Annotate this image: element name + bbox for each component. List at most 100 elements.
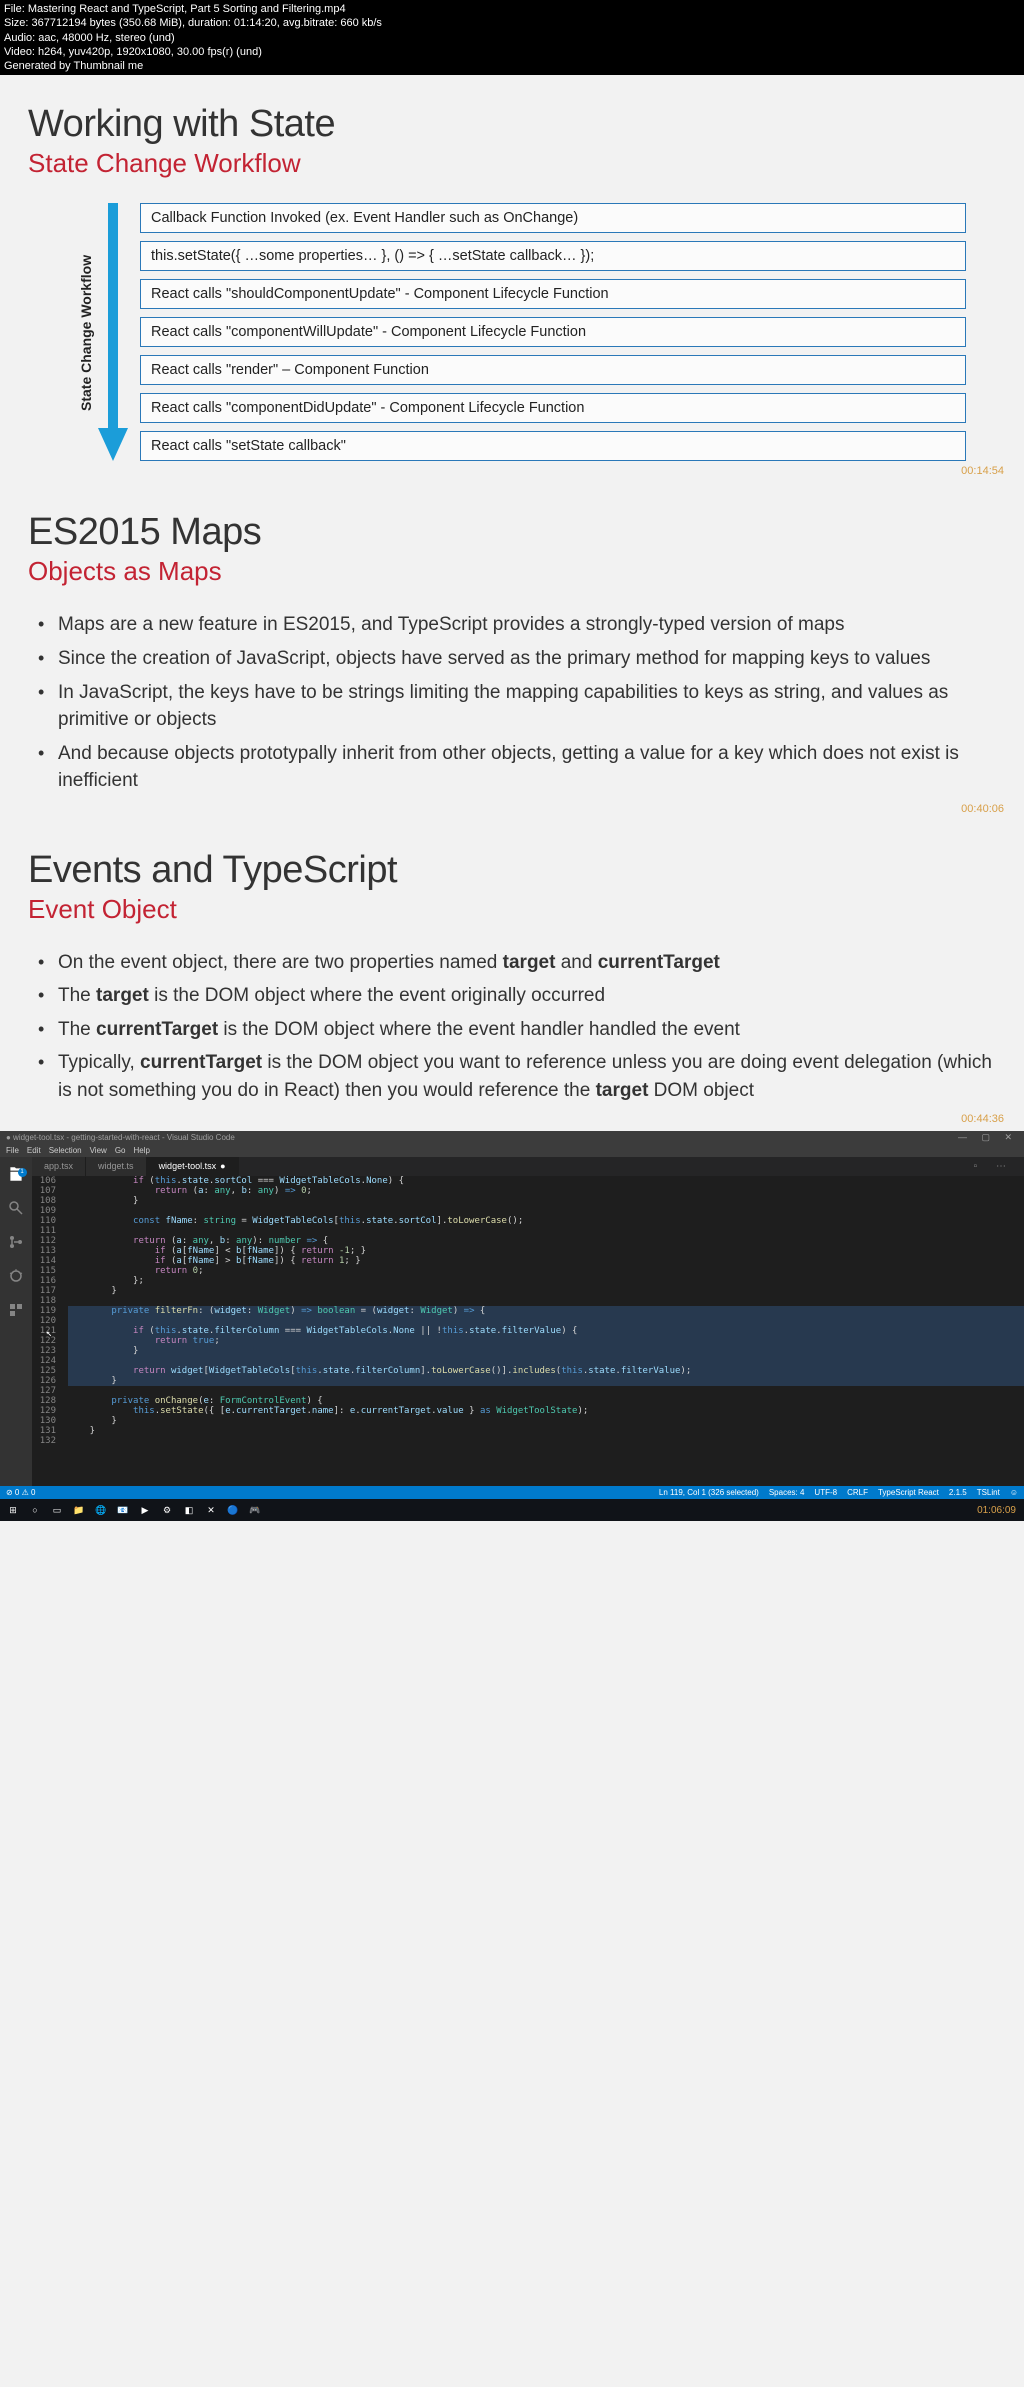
list-item: And because objects prototypally inherit… xyxy=(36,740,996,795)
list-item: The target is the DOM object where the e… xyxy=(36,982,996,1010)
extensions-icon[interactable] xyxy=(7,1301,25,1319)
git-icon[interactable] xyxy=(7,1233,25,1251)
taskbar-app-icon[interactable]: ▭ xyxy=(48,1501,66,1519)
code-line[interactable]: 120 xyxy=(32,1316,1024,1326)
code-line[interactable]: 130 } xyxy=(32,1416,1024,1426)
list-item: Maps are a new feature in ES2015, and Ty… xyxy=(36,611,996,639)
line-number: 120 xyxy=(32,1316,68,1326)
taskbar-app-icon[interactable]: 📁 xyxy=(70,1501,88,1519)
code-line[interactable]: 131 } xyxy=(32,1426,1024,1436)
taskbar-app-icon[interactable]: ◧ xyxy=(180,1501,198,1519)
taskbar-app-icon[interactable]: ▶ xyxy=(136,1501,154,1519)
status-bar: ⊘ 0 ⚠ 0 Ln 119, Col 1 (326 selected) Spac… xyxy=(0,1486,1024,1499)
status-item[interactable]: 2.1.5 xyxy=(949,1488,967,1497)
code-line[interactable]: 127 xyxy=(32,1386,1024,1396)
line-number: 118 xyxy=(32,1296,68,1306)
code-line[interactable]: 116 }; xyxy=(32,1276,1024,1286)
code-line[interactable]: 109 xyxy=(32,1206,1024,1216)
code-line[interactable]: 112 return (a: any, b: any): number => { xyxy=(32,1236,1024,1246)
slide3-bullets: On the event object, there are two prope… xyxy=(28,949,996,1105)
tab-actions[interactable]: ▫ ⋯ xyxy=(964,1157,1024,1176)
status-item[interactable]: UTF-8 xyxy=(814,1488,837,1497)
status-item[interactable]: Ln 119, Col 1 (326 selected) xyxy=(659,1488,759,1497)
code-line[interactable]: 114 if (a[fName] > b[fName]) { return 1;… xyxy=(32,1256,1024,1266)
line-number: 109 xyxy=(32,1206,68,1216)
slide-events-typescript: Events and TypeScript Event Object On th… xyxy=(0,821,1024,1131)
vscode-titlebar: ● widget-tool.tsx - getting-started-with… xyxy=(0,1131,1024,1145)
metadata-size: Size: 367712194 bytes (350.68 MiB), dura… xyxy=(4,16,1020,30)
code-line[interactable]: 128 private onChange(e: FormControlEvent… xyxy=(32,1396,1024,1406)
slide-state-workflow: Working with State State Change Workflow… xyxy=(0,75,1024,483)
menu-item[interactable]: View xyxy=(90,1146,107,1155)
slide2-timestamp: 00:40:06 xyxy=(961,803,1004,815)
windows-taskbar[interactable]: ⊞○▭📁🌐📧▶⚙◧✕🔵🎮 01:06:09 xyxy=(0,1499,1024,1521)
status-item[interactable]: Spaces: 4 xyxy=(769,1488,805,1497)
status-problems[interactable]: ⊘ 0 ⚠ 0 xyxy=(6,1488,35,1497)
taskbar-app-icon[interactable]: 🔵 xyxy=(224,1501,242,1519)
metadata-video: Video: h264, yuv420p, 1920x1080, 30.00 f… xyxy=(4,45,1020,59)
menu-item[interactable]: File xyxy=(6,1146,19,1155)
code-line[interactable]: 125 return widget[WidgetTableCols[this.s… xyxy=(32,1366,1024,1376)
search-icon[interactable] xyxy=(7,1199,25,1217)
code-line[interactable]: 129 this.setState({ [e.currentTarget.nam… xyxy=(32,1406,1024,1416)
arrow-label: State Change Workflow xyxy=(78,203,94,463)
editor-tab[interactable]: app.tsx xyxy=(32,1157,86,1176)
status-item[interactable]: CRLF xyxy=(847,1488,868,1497)
code-line[interactable]: 123 } xyxy=(32,1346,1024,1356)
line-number: 128 xyxy=(32,1396,68,1406)
workflow-step: this.setState({ …some properties… }, () … xyxy=(140,241,966,271)
code-line[interactable]: 106 if (this.state.sortCol === WidgetTab… xyxy=(32,1176,1024,1186)
taskbar-app-icon[interactable]: 🌐 xyxy=(92,1501,110,1519)
vscode-menubar[interactable]: File Edit Selection View Go Help xyxy=(0,1144,1024,1157)
menu-item[interactable]: Help xyxy=(133,1146,149,1155)
video-metadata: File: Mastering React and TypeScript, Pa… xyxy=(0,0,1024,75)
editor-tab[interactable]: widget.ts xyxy=(86,1157,147,1176)
workflow-step: React calls "componentWillUpdate" - Comp… xyxy=(140,317,966,347)
taskbar-app-icon[interactable]: ✕ xyxy=(202,1501,220,1519)
workflow-step: React calls "setState callback" xyxy=(140,431,966,461)
menu-item[interactable]: Edit xyxy=(27,1146,41,1155)
list-item: The currentTarget is the DOM object wher… xyxy=(36,1016,996,1044)
status-item[interactable]: TSLint xyxy=(977,1488,1000,1497)
workflow-step: Callback Function Invoked (ex. Event Han… xyxy=(140,203,966,233)
metadata-audio: Audio: aac, 48000 Hz, stereo (und) xyxy=(4,31,1020,45)
code-line[interactable]: 132 xyxy=(32,1436,1024,1446)
code-line[interactable]: 119 private filterFn: (widget: Widget) =… xyxy=(32,1306,1024,1316)
code-editor[interactable]: ↖ 106 if (this.state.sortCol === WidgetT… xyxy=(32,1176,1024,1486)
taskbar-app-icon[interactable]: 🎮 xyxy=(246,1501,264,1519)
slide2-subtitle: Objects as Maps xyxy=(28,556,996,587)
code-line[interactable]: 115 return 0; xyxy=(32,1266,1024,1276)
status-item[interactable]: ☺ xyxy=(1010,1488,1018,1497)
list-item: On the event object, there are two prope… xyxy=(36,949,996,977)
window-controls[interactable]: — ▢ ✕ xyxy=(958,1132,1018,1143)
code-line[interactable]: 121 if (this.state.filterColumn === Widg… xyxy=(32,1326,1024,1336)
taskbar-app-icon[interactable]: ○ xyxy=(26,1501,44,1519)
line-number: 114 xyxy=(32,1256,68,1266)
slide1-timestamp: 00:14:54 xyxy=(961,465,1004,477)
code-line[interactable]: 118 xyxy=(32,1296,1024,1306)
status-item[interactable]: TypeScript React xyxy=(878,1488,939,1497)
code-line[interactable]: 122 return true; xyxy=(32,1336,1024,1346)
code-line[interactable]: 126 } xyxy=(32,1376,1024,1386)
taskbar-app-icon[interactable]: 📧 xyxy=(114,1501,132,1519)
code-line[interactable]: 124 xyxy=(32,1356,1024,1366)
taskbar-app-icon[interactable]: ⚙ xyxy=(158,1501,176,1519)
slide1-subtitle: State Change Workflow xyxy=(28,148,996,179)
code-line[interactable]: 117 } xyxy=(32,1286,1024,1296)
code-line[interactable]: 108 } xyxy=(32,1196,1024,1206)
line-number: 125 xyxy=(32,1366,68,1376)
editor-tab[interactable]: widget-tool.tsx● xyxy=(147,1157,239,1176)
slide2-title: ES2015 Maps xyxy=(28,511,996,554)
metadata-file: File: Mastering React and TypeScript, Pa… xyxy=(4,2,1020,16)
menu-item[interactable]: Go xyxy=(115,1146,126,1155)
menu-item[interactable]: Selection xyxy=(49,1146,82,1155)
code-line[interactable]: 111 xyxy=(32,1226,1024,1236)
taskbar-app-icon[interactable]: ⊞ xyxy=(4,1501,22,1519)
line-number: 130 xyxy=(32,1416,68,1426)
code-line[interactable]: 113 if (a[fName] < b[fName]) { return -1… xyxy=(32,1246,1024,1256)
code-line[interactable]: 110 const fName: string = WidgetTableCol… xyxy=(32,1216,1024,1226)
line-number: 108 xyxy=(32,1196,68,1206)
explorer-icon[interactable]: 1 xyxy=(7,1165,25,1183)
debug-icon[interactable] xyxy=(7,1267,25,1285)
code-line[interactable]: 107 return (a: any, b: any) => 0; xyxy=(32,1186,1024,1196)
